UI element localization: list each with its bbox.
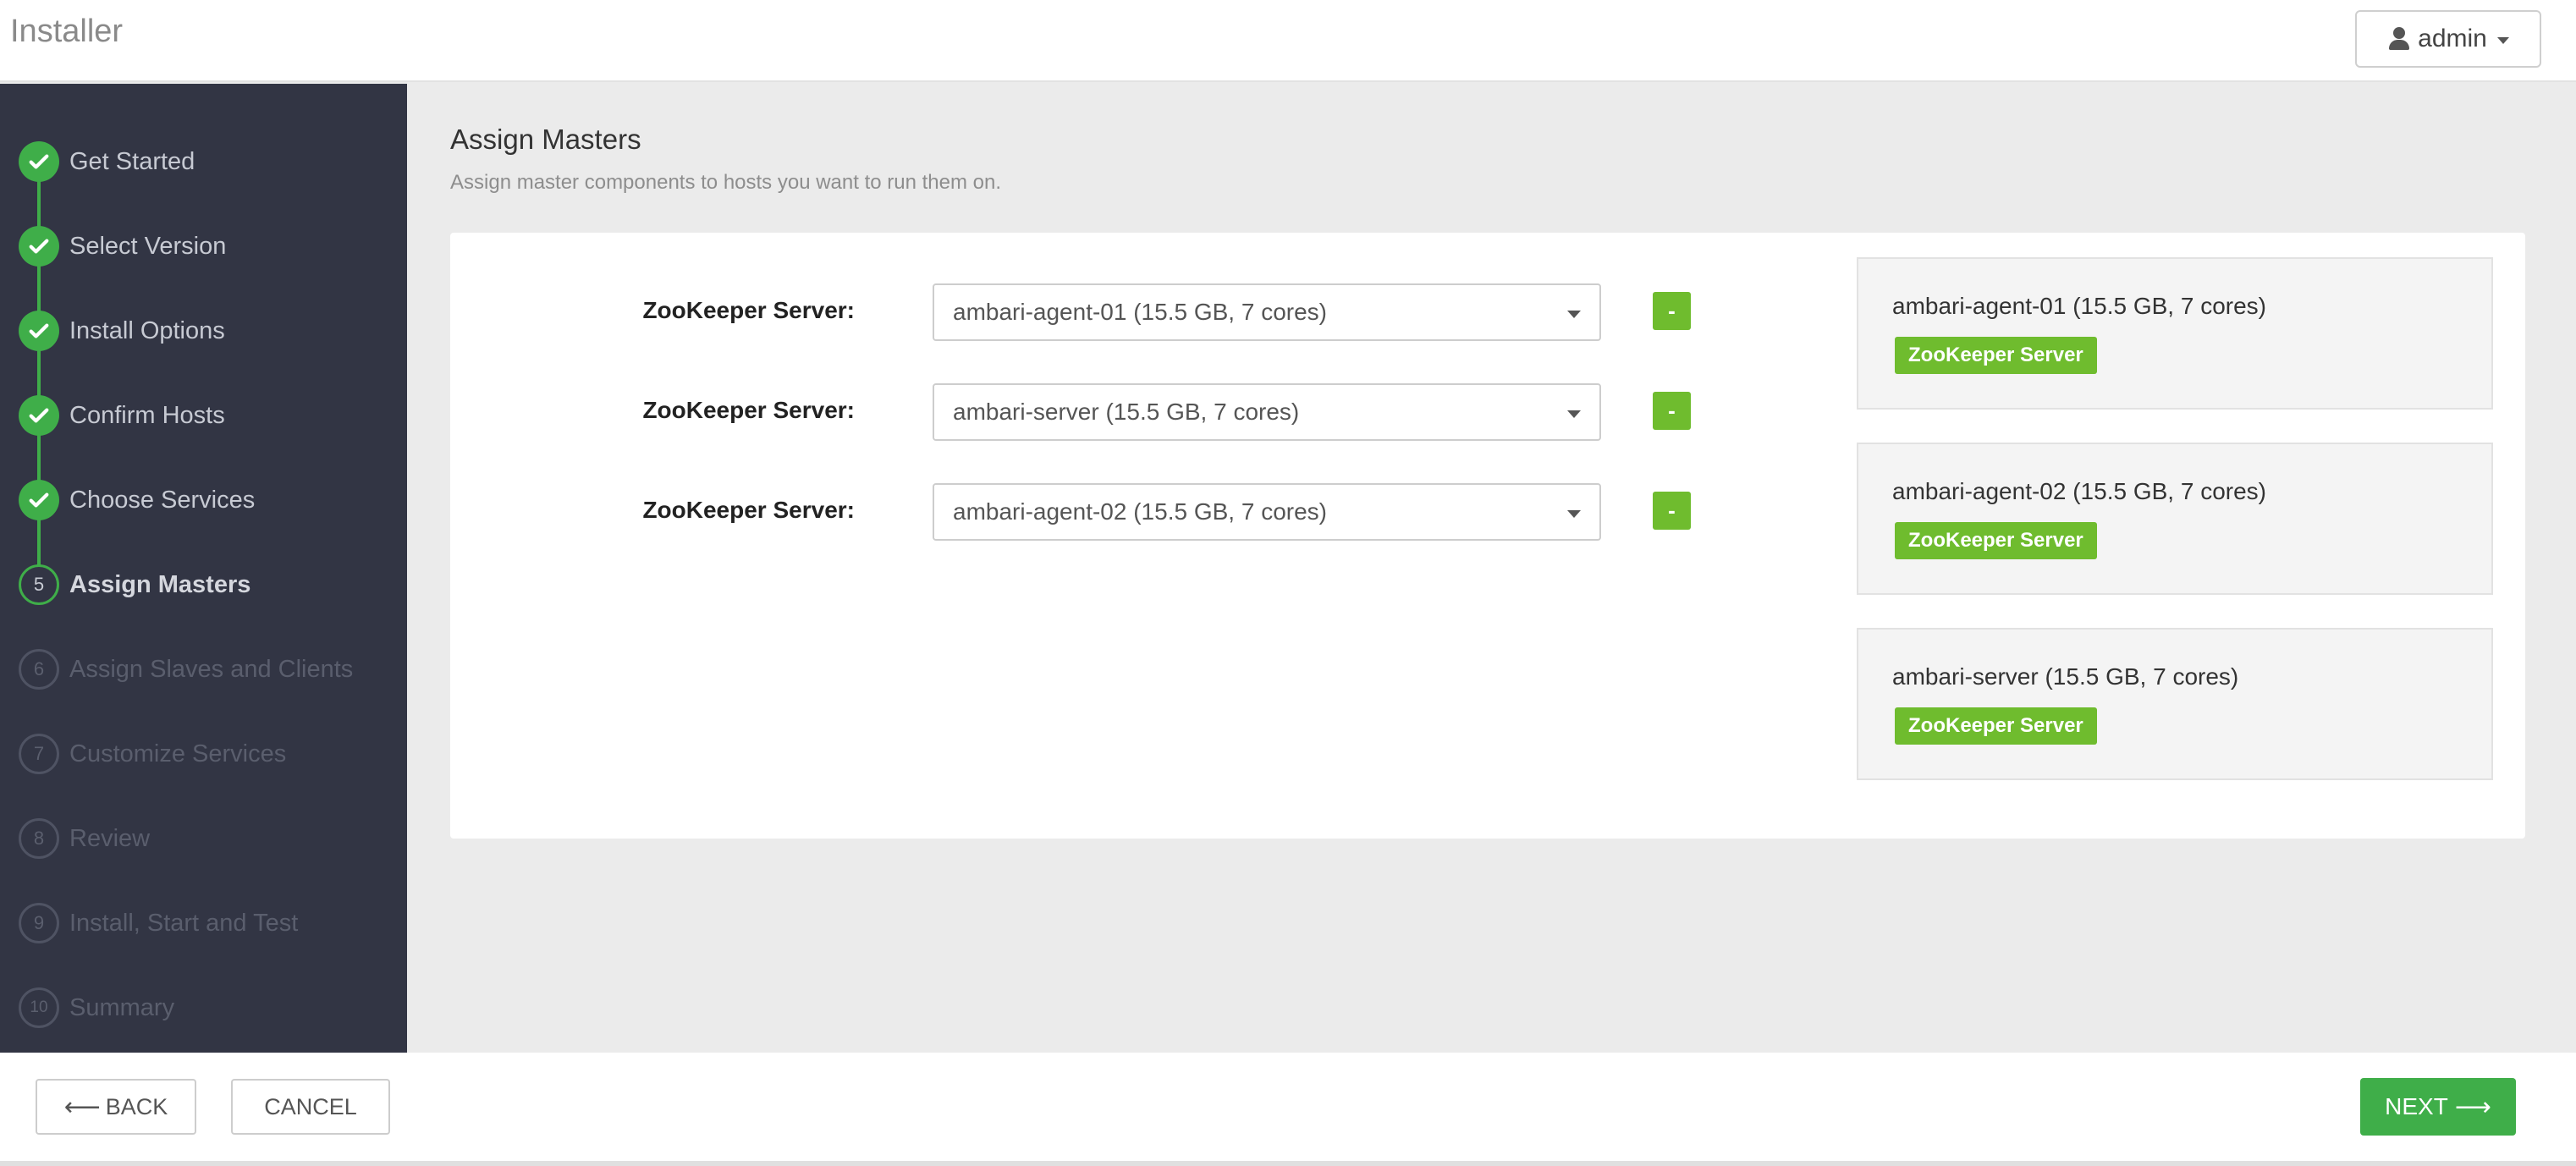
component-label: ZooKeeper Server: bbox=[642, 397, 855, 423]
step-select-version[interactable]: Select Version bbox=[0, 221, 407, 272]
remove-component-button[interactable]: - bbox=[1653, 392, 1691, 430]
chevron-down-icon bbox=[1567, 311, 1581, 318]
check-icon bbox=[19, 395, 59, 436]
step-label: Get Started bbox=[69, 147, 195, 175]
host-select-value: ambari-agent-01 (15.5 GB, 7 cores) bbox=[953, 299, 1327, 325]
top-header: Installer admin bbox=[0, 0, 2576, 82]
assignment-row: ZooKeeper Server: ambari-agent-01 (15.5 … bbox=[450, 283, 1804, 341]
step-label: Install, Start and Test bbox=[69, 909, 299, 937]
component-label: ZooKeeper Server: bbox=[642, 297, 855, 323]
arrow-left-icon: ⟵ bbox=[63, 1092, 101, 1121]
step-number: 7 bbox=[19, 734, 59, 774]
step-summary: 10 Summary bbox=[0, 982, 407, 1033]
step-label: Customize Services bbox=[69, 740, 287, 767]
host-name: ambari-server (15.5 GB, 7 cores) bbox=[1892, 663, 2239, 690]
component-badge: ZooKeeper Server bbox=[1895, 522, 2097, 559]
page-subtitle: Assign master components to hosts you wa… bbox=[450, 171, 1001, 194]
step-label: Select Version bbox=[69, 232, 227, 260]
step-number: 10 bbox=[19, 987, 59, 1028]
next-button[interactable]: NEXT ⟶ bbox=[2360, 1078, 2516, 1136]
component-label: ZooKeeper Server: bbox=[642, 497, 855, 523]
back-button[interactable]: ⟵ BACK bbox=[36, 1079, 196, 1135]
wizard-steps-sidebar: Get Started Select Version Install Optio… bbox=[0, 84, 407, 1053]
step-label: Confirm Hosts bbox=[69, 401, 225, 429]
cancel-button-label: CANCEL bbox=[264, 1093, 357, 1119]
host-select[interactable]: ambari-agent-02 (15.5 GB, 7 cores) bbox=[933, 483, 1601, 541]
remove-component-button[interactable]: - bbox=[1653, 292, 1691, 330]
next-button-label: NEXT bbox=[2385, 1093, 2448, 1119]
step-get-started[interactable]: Get Started bbox=[0, 136, 407, 187]
step-number: 5 bbox=[19, 564, 59, 605]
step-confirm-hosts[interactable]: Confirm Hosts bbox=[0, 390, 407, 441]
step-choose-services[interactable]: Choose Services bbox=[0, 475, 407, 525]
check-icon bbox=[19, 311, 59, 351]
host-name: ambari-agent-01 (15.5 GB, 7 cores) bbox=[1892, 293, 2266, 319]
step-label: Assign Slaves and Clients bbox=[69, 655, 354, 683]
host-select[interactable]: ambari-agent-01 (15.5 GB, 7 cores) bbox=[933, 283, 1601, 341]
check-icon bbox=[19, 226, 59, 267]
host-select[interactable]: ambari-server (15.5 GB, 7 cores) bbox=[933, 383, 1601, 441]
assignment-row: ZooKeeper Server: ambari-server (15.5 GB… bbox=[450, 383, 1804, 441]
user-icon bbox=[2387, 26, 2411, 52]
component-badge: ZooKeeper Server bbox=[1895, 337, 2097, 374]
check-icon bbox=[19, 141, 59, 182]
host-card: ambari-agent-01 (15.5 GB, 7 cores) ZooKe… bbox=[1857, 257, 2493, 410]
step-install-start-test: 9 Install, Start and Test bbox=[0, 898, 407, 949]
assignment-row: ZooKeeper Server: ambari-agent-02 (15.5 … bbox=[450, 483, 1804, 541]
step-label: Review bbox=[69, 824, 151, 852]
step-assign-masters[interactable]: 5 Assign Masters bbox=[0, 559, 407, 610]
step-label: Summary bbox=[69, 993, 175, 1021]
step-review: 8 Review bbox=[0, 813, 407, 864]
wizard-footer: ⟵ BACK CANCEL NEXT ⟶ bbox=[0, 1053, 2576, 1166]
app-title: Installer bbox=[10, 14, 124, 49]
step-customize-services: 7 Customize Services bbox=[0, 729, 407, 779]
user-name: admin bbox=[2418, 25, 2487, 52]
step-install-options[interactable]: Install Options bbox=[0, 305, 407, 356]
host-card: ambari-agent-02 (15.5 GB, 7 cores) ZooKe… bbox=[1857, 443, 2493, 595]
assign-masters-panel: ZooKeeper Server: ambari-agent-01 (15.5 … bbox=[450, 233, 2525, 839]
chevron-down-icon bbox=[1567, 410, 1581, 418]
step-label: Install Options bbox=[69, 316, 225, 344]
step-label: Choose Services bbox=[69, 486, 256, 514]
check-icon bbox=[19, 480, 59, 520]
user-menu-button[interactable]: admin bbox=[2355, 10, 2541, 68]
host-card: ambari-server (15.5 GB, 7 cores) ZooKeep… bbox=[1857, 628, 2493, 780]
bottom-divider bbox=[0, 1161, 2576, 1166]
chevron-down-icon bbox=[2496, 37, 2509, 44]
step-number: 8 bbox=[19, 818, 59, 859]
step-number: 9 bbox=[19, 903, 59, 943]
page-title: Assign Masters bbox=[450, 124, 641, 155]
host-select-value: ambari-agent-02 (15.5 GB, 7 cores) bbox=[953, 498, 1327, 525]
step-number: 6 bbox=[19, 649, 59, 690]
back-button-label: BACK bbox=[105, 1093, 168, 1119]
component-badge: ZooKeeper Server bbox=[1895, 707, 2097, 745]
step-label: Assign Masters bbox=[69, 570, 251, 598]
host-select-value: ambari-server (15.5 GB, 7 cores) bbox=[953, 399, 1300, 425]
chevron-down-icon bbox=[1567, 510, 1581, 518]
remove-component-button[interactable]: - bbox=[1653, 492, 1691, 530]
arrow-right-icon: ⟶ bbox=[2454, 1092, 2491, 1121]
step-assign-slaves: 6 Assign Slaves and Clients bbox=[0, 644, 407, 695]
cancel-button[interactable]: CANCEL bbox=[231, 1079, 390, 1135]
host-name: ambari-agent-02 (15.5 GB, 7 cores) bbox=[1892, 478, 2266, 504]
